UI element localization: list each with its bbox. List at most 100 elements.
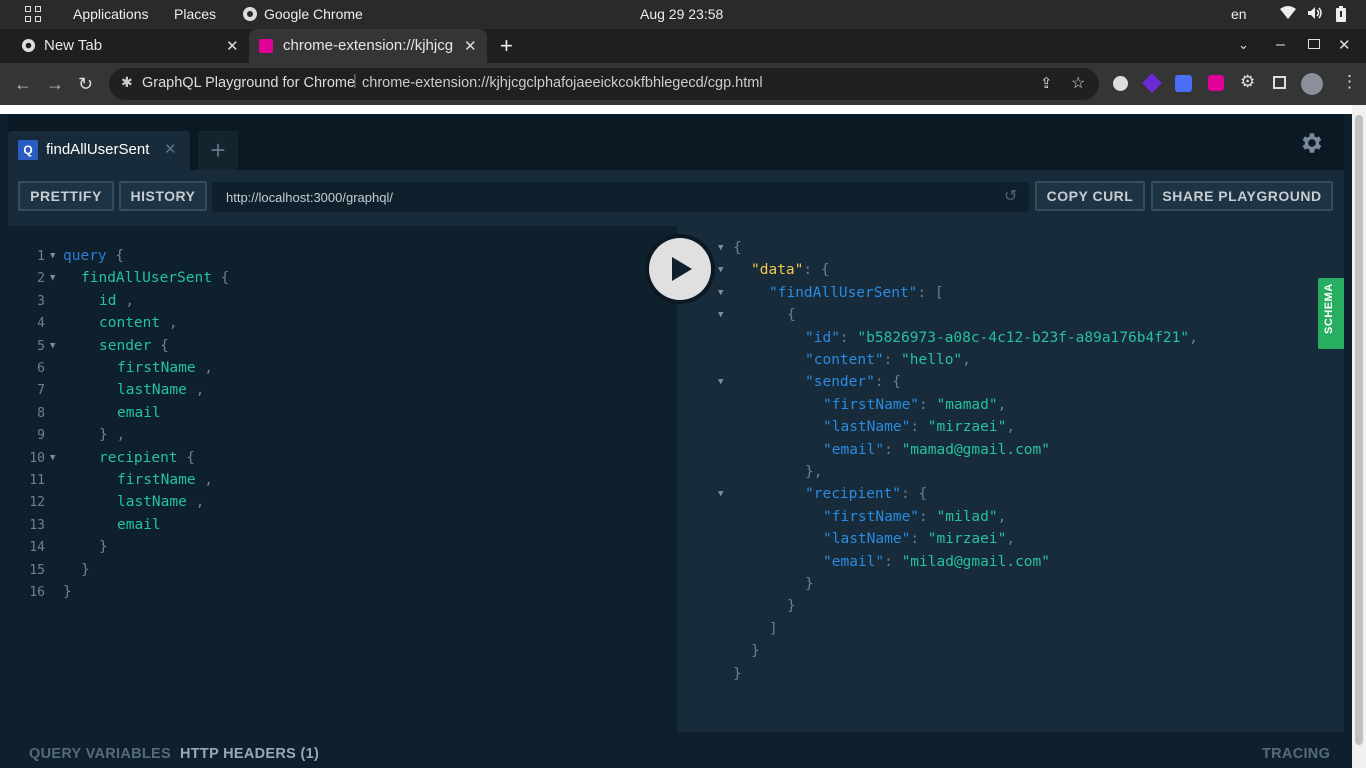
fold-toggle-icon[interactable]: ▼ — [718, 377, 723, 387]
fold-toggle-icon[interactable]: ▼ — [50, 273, 55, 283]
execute-query-button[interactable] — [645, 234, 715, 304]
share-playground-button[interactable]: SHARE PLAYGROUND — [1151, 181, 1333, 211]
places-menu[interactable]: Places — [174, 6, 216, 22]
settings-gear-icon[interactable] — [1298, 130, 1324, 161]
code-token: , — [186, 382, 205, 399]
refresh-schema-icon[interactable]: ↺ — [1004, 186, 1017, 206]
fold-toggle-icon[interactable]: ▼ — [718, 243, 723, 253]
add-tab-button[interactable]: + — [198, 131, 238, 170]
code-text: "id": "b5826973-a08c-4c12-b23f-a89a176b4… — [805, 330, 1198, 346]
battery-icon[interactable] — [1336, 6, 1346, 25]
code-token: , — [997, 396, 1007, 413]
code-token: recipient — [99, 449, 178, 466]
code-token: "findAllUserSent" — [769, 284, 918, 301]
tab-graphql-playground[interactable]: chrome-extension://kjhjcg ✕ — [249, 29, 487, 63]
window-close-icon[interactable]: ✕ — [1338, 36, 1351, 54]
puzzle-icon[interactable]: ⚙ — [1240, 72, 1255, 92]
fold-toggle-icon[interactable]: ▼ — [718, 265, 723, 275]
query-line: 6 firstName , — [8, 360, 677, 382]
code-token: : — [884, 553, 902, 570]
query-variables-tab[interactable]: QUERY VARIABLES — [29, 746, 171, 762]
code-text: "lastName": "mirzaei", — [823, 531, 1015, 547]
extension-circle-icon[interactable] — [1113, 76, 1128, 91]
code-token: "email" — [823, 441, 885, 458]
chevron-down-icon[interactable]: ⌄ — [1238, 37, 1249, 53]
copy-curl-button[interactable]: COPY CURL — [1035, 181, 1145, 211]
result-viewer[interactable]: ▼{▼ "data": {▼ "findAllUserSent": [▼{"id":… — [677, 226, 1344, 732]
side-panel-icon[interactable] — [1273, 76, 1286, 89]
code-token: "firstName" — [823, 508, 920, 525]
scrollbar-thumb[interactable] — [1355, 115, 1363, 745]
query-line: 16} — [8, 584, 677, 606]
tab-new-tab[interactable]: New Tab ✕ — [12, 29, 248, 63]
wifi-icon[interactable] — [1280, 6, 1296, 23]
applications-menu[interactable]: Applications — [73, 6, 149, 22]
extension-diamond-icon[interactable] — [1142, 73, 1162, 93]
reload-icon[interactable]: ↻ — [78, 74, 93, 95]
address-bar[interactable]: ✱ GraphQL Playground for Chrome | chrome… — [109, 68, 1099, 100]
result-line: ] — [677, 621, 1344, 643]
fold-toggle-icon[interactable]: ▼ — [718, 489, 723, 499]
fold-toggle-icon[interactable]: ▼ — [718, 288, 723, 298]
code-token: "milad@gmail.com" — [901, 553, 1050, 570]
code-token: : — [839, 329, 858, 346]
close-icon[interactable]: ✕ — [464, 37, 477, 55]
code-token: : — [883, 352, 902, 368]
fold-toggle-icon[interactable]: ▼ — [50, 341, 55, 351]
query-tab[interactable]: Q findAllUserSent ✕ — [8, 131, 190, 170]
code-text: } — [63, 584, 72, 600]
query-editor[interactable]: 1 ▼ query {2 ▼ findAllUserSent {3 id , 4 conten… — [8, 226, 677, 732]
page-title: GraphQL Playground for Chrome — [142, 75, 356, 91]
line-number: 1 — [37, 249, 45, 264]
maximize-icon[interactable] — [1308, 39, 1320, 49]
tracing-tab[interactable]: TRACING — [1262, 746, 1330, 762]
graphql-extension-icon[interactable] — [1208, 75, 1224, 91]
code-token: , — [160, 315, 178, 332]
language-indicator[interactable]: en — [1231, 6, 1247, 22]
forward-icon[interactable]: → — [46, 74, 64, 95]
code-token: "mirzaei" — [927, 419, 1007, 436]
schema-tab[interactable]: SCHEMA — [1318, 278, 1344, 349]
prettify-button[interactable]: PRETTIFY — [18, 181, 114, 211]
code-text: sender { — [99, 338, 169, 354]
back-icon[interactable]: ← — [14, 74, 32, 95]
code-text: }, — [805, 464, 822, 480]
result-line: } — [677, 643, 1344, 665]
code-token: ] — [769, 620, 778, 637]
line-number: 2 — [37, 271, 45, 287]
fold-toggle-icon[interactable]: ▼ — [718, 310, 723, 320]
page-scrollbar[interactable] — [1352, 105, 1366, 768]
http-headers-tab[interactable]: HTTP HEADERS (1) — [180, 746, 319, 762]
minimize-icon[interactable]: – — [1276, 36, 1285, 54]
code-text: recipient { — [99, 450, 195, 466]
avatar[interactable] — [1301, 73, 1323, 95]
divider: | — [353, 73, 357, 89]
clock[interactable]: Aug 29 23:58 — [640, 6, 723, 22]
share-icon[interactable]: ⇪ — [1040, 74, 1053, 92]
close-icon[interactable]: ✕ — [164, 140, 177, 158]
result-line: ▼ "data": { — [677, 262, 1344, 284]
fold-toggle-icon[interactable]: ▼ — [50, 453, 55, 463]
volume-icon[interactable] — [1307, 6, 1323, 23]
active-app-menu[interactable]: Google Chrome — [264, 6, 363, 22]
app-grid-icon[interactable] — [25, 6, 41, 22]
query-line: 10 ▼ recipient { — [8, 450, 677, 472]
history-button[interactable]: HISTORY — [119, 181, 207, 211]
code-token: "recipient" — [805, 486, 902, 503]
new-tab-icon[interactable]: + — [500, 33, 513, 59]
endpoint-url: http://localhost:3000/graphql/ — [226, 190, 393, 205]
query-line: 15} — [8, 562, 677, 584]
more-icon[interactable]: ⋮ — [1341, 72, 1358, 92]
code-token: } — [733, 665, 742, 682]
query-line: 11 firstName , — [8, 472, 677, 494]
translate-icon[interactable] — [1175, 75, 1192, 92]
code-text: "firstName": "milad", — [823, 509, 1006, 525]
close-icon[interactable]: ✕ — [226, 37, 239, 55]
code-text: "content": "hello", — [805, 352, 971, 368]
star-icon[interactable]: ☆ — [1071, 73, 1085, 93]
playground-tab-bar: Q findAllUserSent ✕ + — [8, 114, 1344, 170]
fold-toggle-icon[interactable]: ▼ — [50, 251, 55, 261]
result-line: ▼{ — [677, 307, 1344, 329]
endpoint-input[interactable]: http://localhost:3000/graphql/ ↺ — [212, 182, 1029, 212]
code-text: } — [805, 576, 814, 592]
